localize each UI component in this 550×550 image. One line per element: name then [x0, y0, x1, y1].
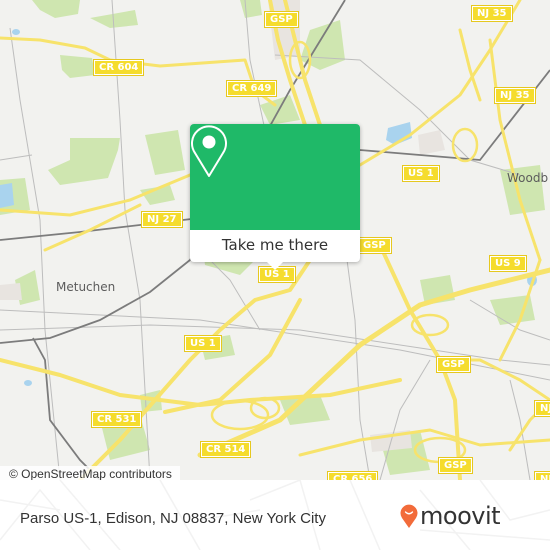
- location-pin-icon: [191, 125, 227, 177]
- popup-pointer: [266, 261, 284, 270]
- road-shield-nj27: NJ 27: [141, 211, 183, 228]
- road-shield-gsp: GSP: [436, 356, 471, 373]
- road-shield-gsp: GSP: [438, 457, 473, 474]
- map-attribution[interactable]: © OpenStreetMap contributors: [0, 466, 180, 480]
- address-text: Parso US-1, Edison, NJ 08837, New York C…: [20, 510, 326, 527]
- road-shield-cr656: CR 656: [326, 471, 379, 480]
- road-shield-us1: US 1: [402, 165, 440, 182]
- location-popup: Take me there: [190, 124, 360, 270]
- map-view[interactable]: GSP NJ 35 CR 604 CR 649 NJ 35 US 1 NJ 27…: [0, 0, 550, 480]
- road-shield-nj35: NJ 35: [494, 87, 536, 104]
- road-shield-us9: US 9: [489, 255, 527, 272]
- road-shield-gsp: GSP: [264, 11, 299, 28]
- road-shield-cr649: CR 649: [225, 80, 278, 97]
- take-me-there-button[interactable]: Take me there: [190, 230, 360, 262]
- moovit-pin-icon: [400, 504, 418, 528]
- place-label-woodbridge: Woodb: [507, 171, 549, 185]
- moovit-wordmark: moovit: [420, 502, 501, 530]
- road-shield-cr514: CR 514: [199, 441, 252, 458]
- footer-bar: Parso US-1, Edison, NJ 08837, New York C…: [0, 480, 550, 550]
- place-label-metuchen: Metuchen: [56, 280, 116, 294]
- road-shield-gsp: GSP: [357, 237, 392, 254]
- road-shield-nj35: NJ 35: [471, 5, 513, 22]
- road-shield-us1: US 1: [184, 335, 222, 352]
- road-shield-nj: NJ: [533, 471, 550, 480]
- popup-header: [190, 124, 360, 230]
- road-shield-cr604: CR 604: [92, 59, 145, 76]
- road-shield-cr531: CR 531: [90, 411, 143, 428]
- moovit-logo[interactable]: moovit: [400, 502, 501, 530]
- road-shield-nj: NJ: [533, 400, 550, 417]
